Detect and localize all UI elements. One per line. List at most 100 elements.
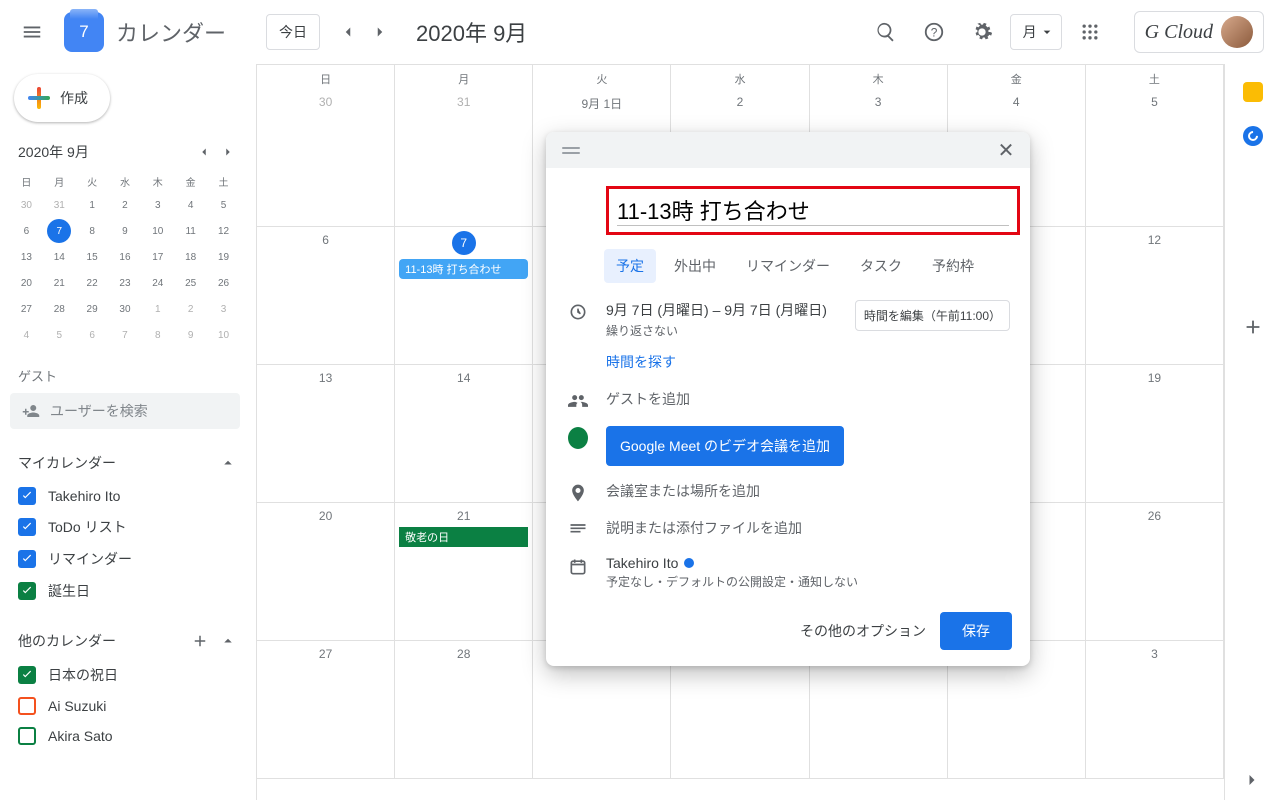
event-type-tab[interactable]: 予約枠 (920, 249, 986, 283)
mini-day[interactable]: 26 (207, 270, 240, 296)
day-cell[interactable]: 30 (257, 89, 395, 227)
add-description-field[interactable]: 説明または添付ファイルを追加 (606, 518, 802, 538)
add-panel-button[interactable] (1242, 316, 1264, 338)
calendar-item[interactable]: リマインダー (10, 543, 240, 575)
find-time-link[interactable]: 時間を探す (606, 352, 1030, 372)
mini-prev-button[interactable] (192, 140, 216, 164)
view-select[interactable]: 月 (1010, 14, 1062, 50)
calendar-item[interactable]: 日本の祝日 (10, 659, 240, 691)
day-cell[interactable]: 28 (395, 641, 533, 779)
save-button[interactable]: 保存 (940, 612, 1012, 650)
checkbox[interactable] (18, 550, 36, 568)
event-chip[interactable]: 敬老の日 (399, 527, 528, 547)
mini-day[interactable]: 21 (43, 270, 76, 296)
mini-day[interactable]: 7 (43, 218, 76, 244)
mini-day[interactable]: 2 (109, 192, 142, 218)
help-icon[interactable]: ? (914, 12, 954, 52)
create-button[interactable]: 作成 (14, 74, 110, 122)
day-cell[interactable]: 13 (257, 365, 395, 503)
add-location-field[interactable]: 会議室または場所を追加 (606, 481, 760, 501)
day-cell[interactable]: 12 (1086, 227, 1224, 365)
mini-day[interactable]: 8 (141, 322, 174, 348)
search-icon[interactable] (866, 12, 906, 52)
mini-day[interactable]: 25 (174, 270, 207, 296)
mini-day[interactable]: 31 (43, 192, 76, 218)
checkbox[interactable] (18, 518, 36, 536)
day-cell[interactable]: 5 (1086, 89, 1224, 227)
apps-icon[interactable] (1070, 12, 1110, 52)
mini-day[interactable]: 20 (10, 270, 43, 296)
tasks-icon[interactable] (1243, 126, 1263, 146)
day-cell[interactable]: 711-13時 打ち合わせ (395, 227, 533, 365)
mini-day[interactable]: 7 (109, 322, 142, 348)
mini-day[interactable]: 5 (207, 192, 240, 218)
mini-day[interactable]: 1 (141, 296, 174, 322)
mini-day[interactable]: 28 (43, 296, 76, 322)
menu-button[interactable] (8, 8, 56, 56)
day-cell[interactable]: 21敬老の日 (395, 503, 533, 641)
add-other-cal-button[interactable] (188, 629, 212, 653)
mini-day[interactable]: 19 (207, 244, 240, 270)
event-title-input[interactable] (617, 195, 1009, 226)
collapse-other-cals-button[interactable] (216, 629, 240, 653)
mini-day[interactable]: 30 (10, 192, 43, 218)
mini-day[interactable]: 5 (43, 322, 76, 348)
day-cell[interactable]: 20 (257, 503, 395, 641)
event-type-tab[interactable]: リマインダー (734, 249, 842, 283)
mini-day[interactable]: 4 (174, 192, 207, 218)
mini-day[interactable]: 10 (207, 322, 240, 348)
mini-day[interactable]: 30 (109, 296, 142, 322)
brand-badge[interactable]: G Cloud (1134, 11, 1264, 53)
add-meet-button[interactable]: Google Meet のビデオ会議を追加 (606, 426, 844, 466)
mini-next-button[interactable] (216, 140, 240, 164)
event-type-tab[interactable]: 外出中 (662, 249, 728, 283)
other-calendars-label[interactable]: 他のカレンダー (18, 631, 116, 651)
mini-day[interactable]: 3 (207, 296, 240, 322)
mini-day[interactable]: 9 (109, 218, 142, 244)
event-type-tab[interactable]: 予定 (604, 249, 656, 283)
calendar-visibility-text[interactable]: 予定なし・デフォルトの公開設定・通知しない (606, 573, 858, 590)
collapse-my-cals-button[interactable] (216, 451, 240, 475)
mini-day[interactable]: 6 (76, 322, 109, 348)
mini-day[interactable]: 17 (141, 244, 174, 270)
mini-day[interactable]: 1 (76, 192, 109, 218)
mini-day[interactable]: 8 (76, 218, 109, 244)
mini-day[interactable]: 22 (76, 270, 109, 296)
mini-day[interactable]: 23 (109, 270, 142, 296)
my-calendars-label[interactable]: マイカレンダー (18, 453, 116, 473)
edit-time-button[interactable]: 時間を編集（午前11:00） (855, 300, 1010, 331)
mini-day[interactable]: 4 (10, 322, 43, 348)
mini-day[interactable]: 18 (174, 244, 207, 270)
mini-day[interactable]: 3 (141, 192, 174, 218)
mini-day[interactable]: 6 (10, 218, 43, 244)
drag-handle-icon[interactable] (562, 147, 580, 154)
calendar-item[interactable]: Ai Suzuki (10, 691, 240, 721)
settings-icon[interactable] (962, 12, 1002, 52)
guest-search-input[interactable]: ユーザーを検索 (10, 393, 240, 429)
checkbox[interactable] (18, 727, 36, 745)
mini-day[interactable]: 2 (174, 296, 207, 322)
day-cell[interactable]: 6 (257, 227, 395, 365)
mini-day[interactable]: 9 (174, 322, 207, 348)
mini-day[interactable]: 12 (207, 218, 240, 244)
day-cell[interactable]: 19 (1086, 365, 1224, 503)
next-month-button[interactable] (364, 16, 396, 48)
mini-day[interactable]: 16 (109, 244, 142, 270)
prev-month-button[interactable] (332, 16, 364, 48)
calendar-item[interactable]: Takehiro Ito (10, 481, 240, 511)
checkbox[interactable] (18, 582, 36, 600)
mini-day[interactable]: 29 (76, 296, 109, 322)
day-cell[interactable]: 14 (395, 365, 533, 503)
close-button[interactable]: ✕ (992, 136, 1020, 164)
more-options-button[interactable]: その他のオプション (800, 621, 926, 641)
mini-day[interactable]: 10 (141, 218, 174, 244)
mini-day[interactable]: 11 (174, 218, 207, 244)
event-date-text[interactable]: 9月 7日 (月曜日) – 9月 7日 (月曜日) (606, 300, 837, 320)
mini-day[interactable]: 15 (76, 244, 109, 270)
today-button[interactable]: 今日 (266, 14, 320, 50)
day-cell[interactable]: 27 (257, 641, 395, 779)
calendar-item[interactable]: 誕生日 (10, 575, 240, 607)
calendar-owner[interactable]: Takehiro Ito (606, 555, 858, 571)
mini-day[interactable]: 27 (10, 296, 43, 322)
event-chip[interactable]: 11-13時 打ち合わせ (399, 259, 528, 279)
